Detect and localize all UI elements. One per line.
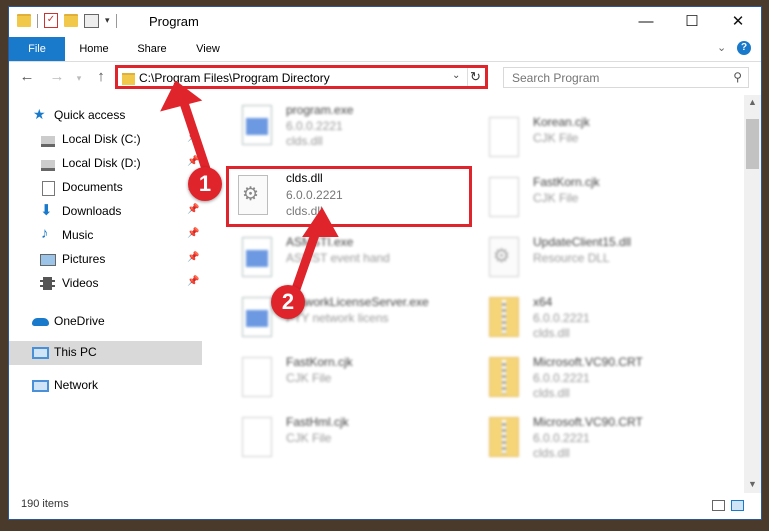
arrow-1-head [160, 80, 203, 112]
arrow-1-shaft [178, 95, 212, 177]
annotation-arrows [160, 80, 339, 294]
step-badge-2: 2 [271, 285, 305, 319]
step-badge-1: 1 [188, 167, 222, 201]
arrow-2-head [302, 207, 339, 237]
